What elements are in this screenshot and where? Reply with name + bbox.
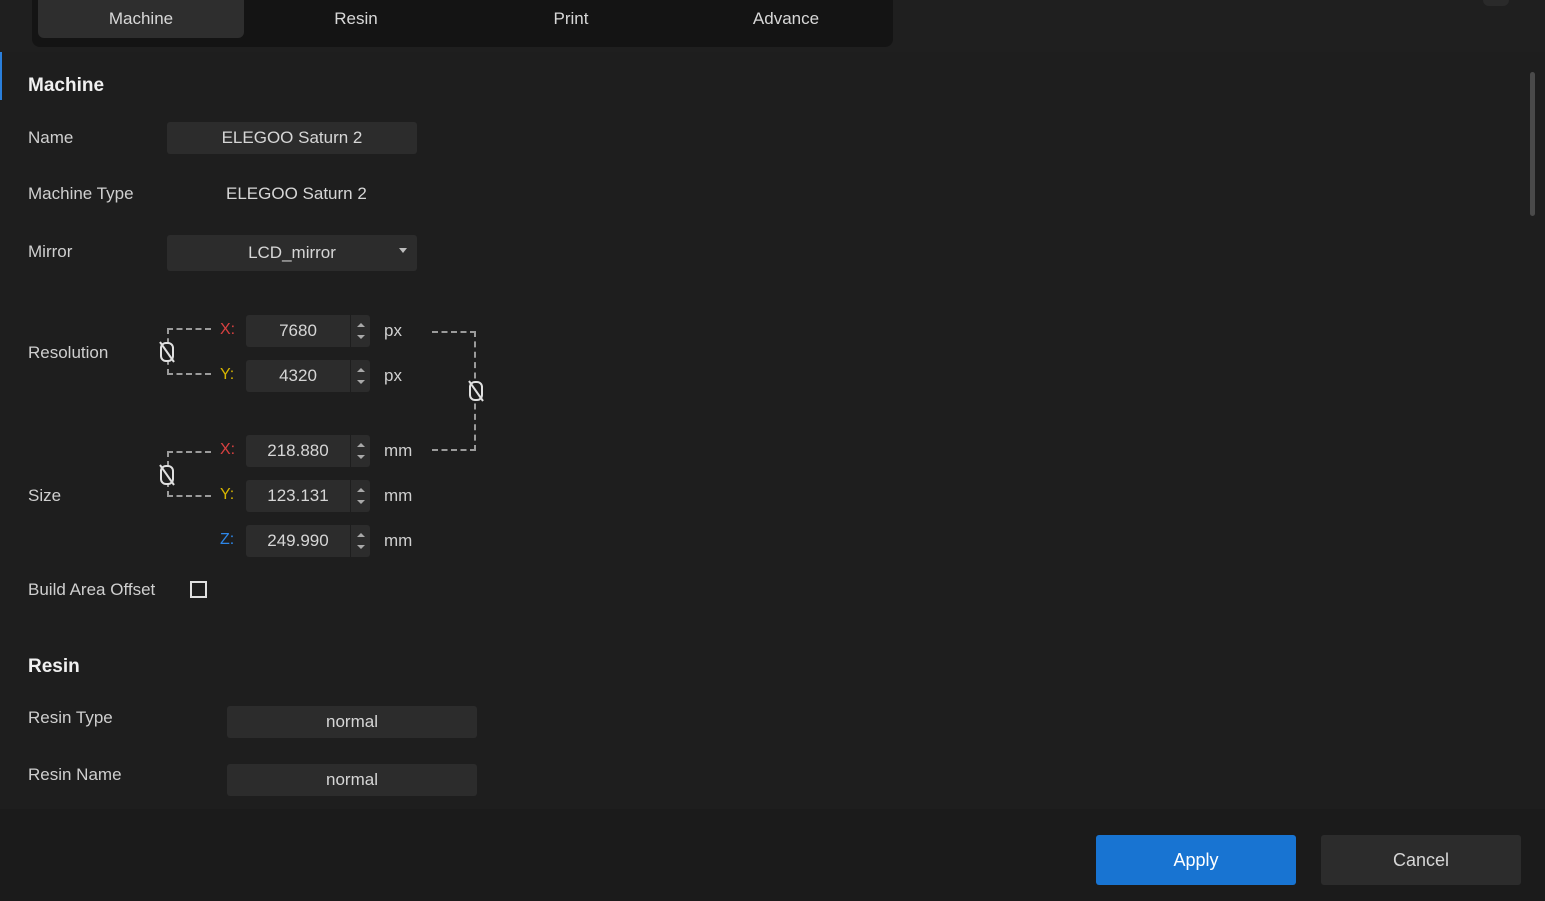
build-area-offset-label: Build Area Offset xyxy=(28,580,156,599)
chevron-up-icon[interactable] xyxy=(357,323,365,327)
resin-type-field[interactable]: normal xyxy=(227,706,477,738)
tab-bar: Machine Resin Print Advance xyxy=(32,0,893,47)
chevron-down-icon[interactable] xyxy=(357,335,365,339)
size-y-unit: mm xyxy=(384,486,413,505)
tab-advance[interactable]: Advance xyxy=(683,0,889,38)
section-title-resin: Resin xyxy=(28,656,80,677)
size-x-unit: mm xyxy=(384,441,413,460)
section-title-machine: Machine xyxy=(28,75,105,96)
size-z-axis-label: Z: xyxy=(220,531,235,548)
chevron-up-icon[interactable] xyxy=(357,488,365,492)
chevron-down-icon[interactable] xyxy=(357,545,365,549)
cancel-button[interactable]: Cancel xyxy=(1321,835,1521,885)
name-label: Name xyxy=(28,128,74,147)
chevron-up-icon[interactable] xyxy=(357,443,365,447)
machine-name-field[interactable]: ELEGOO Saturn 2 xyxy=(167,122,417,154)
chevron-down-icon xyxy=(399,248,407,253)
resolution-label: Resolution xyxy=(28,343,109,362)
size-z-spinbox[interactable]: 249.990 xyxy=(246,525,370,557)
resolution-x-unit: px xyxy=(384,321,402,340)
tab-machine[interactable]: Machine xyxy=(38,0,244,38)
spin-arrows[interactable] xyxy=(350,360,370,392)
resolution-x-value: 7680 xyxy=(279,321,317,340)
spin-arrows[interactable] xyxy=(350,435,370,467)
build-area-offset-checkbox[interactable] xyxy=(190,581,207,598)
settings-scroll-area xyxy=(0,52,1545,809)
resolution-x-spinbox[interactable]: 7680 xyxy=(246,315,370,347)
machine-name-value: ELEGOO Saturn 2 xyxy=(221,128,363,147)
size-y-spinbox[interactable]: 123.131 xyxy=(246,480,370,512)
resin-name-label: Resin Name xyxy=(28,765,122,784)
chevron-up-icon[interactable] xyxy=(357,368,365,372)
resolution-x-axis-label: X: xyxy=(220,321,236,338)
spin-arrows[interactable] xyxy=(350,480,370,512)
tab-resin[interactable]: Resin xyxy=(253,0,459,38)
tab-label: Print xyxy=(553,9,589,28)
resin-type-value: normal xyxy=(326,712,378,731)
size-x-spinbox[interactable]: 218.880 xyxy=(246,435,370,467)
resolution-y-value: 4320 xyxy=(279,366,317,385)
machine-settings-dialog: Machine Resin Print Advance Machine Name… xyxy=(0,0,1545,901)
mirror-label: Mirror xyxy=(28,242,73,261)
machine-type-label: Machine Type xyxy=(28,184,134,203)
chevron-up-icon[interactable] xyxy=(357,533,365,537)
spin-arrows[interactable] xyxy=(350,525,370,557)
tab-label: Machine xyxy=(108,9,174,28)
unlink-icon[interactable] xyxy=(158,463,176,487)
chevron-down-icon[interactable] xyxy=(357,455,365,459)
unlink-icon[interactable] xyxy=(158,340,176,364)
tab-print[interactable]: Print xyxy=(468,0,674,38)
mirror-select[interactable]: LCD_mirror xyxy=(167,235,417,271)
dialog-footer xyxy=(0,809,1545,901)
section-indicator xyxy=(0,52,2,100)
size-x-value: 218.880 xyxy=(267,441,329,460)
chevron-down-icon[interactable] xyxy=(357,500,365,504)
size-y-axis-label: Y: xyxy=(220,486,235,503)
resin-type-label: Resin Type xyxy=(28,708,113,727)
scrollbar-thumb[interactable] xyxy=(1530,72,1535,216)
apply-button[interactable]: Apply xyxy=(1096,835,1296,885)
resolution-y-unit: px xyxy=(384,366,402,385)
size-x-axis-label: X: xyxy=(220,441,236,458)
resolution-y-axis-label: Y: xyxy=(220,366,235,383)
window-control[interactable] xyxy=(1483,0,1509,6)
resin-name-field[interactable]: normal xyxy=(227,764,477,796)
tab-label: Resin xyxy=(334,9,378,28)
machine-type-value: ELEGOO Saturn 2 xyxy=(226,184,367,203)
size-label: Size xyxy=(28,486,62,505)
size-y-value: 123.131 xyxy=(267,486,329,505)
resin-name-value: normal xyxy=(326,770,378,789)
chevron-down-icon[interactable] xyxy=(357,380,365,384)
spin-arrows[interactable] xyxy=(350,315,370,347)
size-z-unit: mm xyxy=(384,531,413,550)
resolution-y-spinbox[interactable]: 4320 xyxy=(246,360,370,392)
mirror-value: LCD_mirror xyxy=(248,243,336,262)
unlink-icon[interactable] xyxy=(467,379,485,403)
size-z-value: 249.990 xyxy=(267,531,329,550)
tab-label: Advance xyxy=(752,9,820,28)
